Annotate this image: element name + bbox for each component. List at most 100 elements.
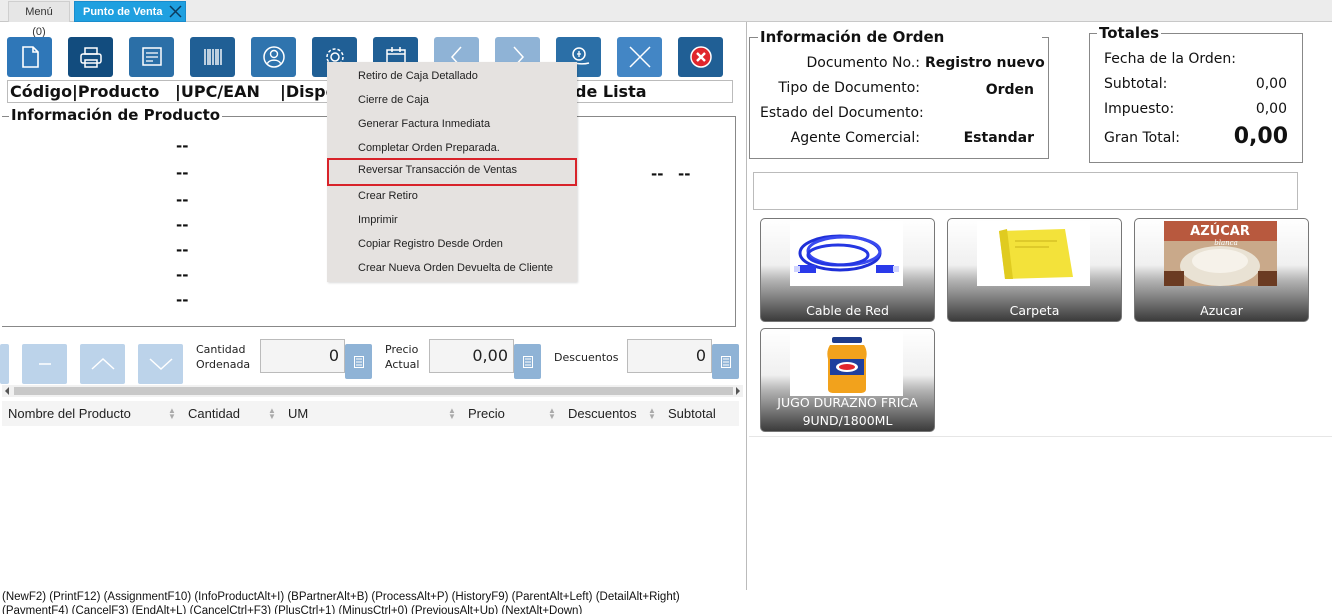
product-quick-search-input[interactable]: [753, 172, 1298, 210]
product-uom-value: --: [176, 216, 189, 234]
menu-item-generar-factura[interactable]: Generar Factura Inmediata: [327, 112, 577, 136]
column-product-name[interactable]: Nombre del Producto: [8, 401, 131, 426]
exit-button[interactable]: [678, 37, 723, 77]
network-cable-image: [790, 221, 903, 286]
tax-label: Impuesto:: [1104, 101, 1175, 117]
minus-icon: [38, 363, 51, 365]
scroll-left-icon[interactable]: [4, 387, 10, 395]
print-button[interactable]: [68, 37, 113, 77]
chevron-up-icon: [90, 357, 115, 370]
product-price-value: --: [651, 165, 664, 183]
discount-input[interactable]: 0: [627, 339, 712, 373]
product-code-value: --: [176, 137, 189, 155]
business-partner-button[interactable]: [251, 37, 296, 77]
menu-item-crear-retiro[interactable]: Crear Retiro: [327, 184, 577, 208]
discount-calculator-button[interactable]: [712, 344, 739, 379]
shortcuts-line-2: (PaymentF4) (CancelF3) (EndAlt+L) (Cance…: [2, 605, 583, 614]
keyboard-shortcuts-hint: (NewF2) (PrintF12) (AssignmentF10) (Info…: [2, 590, 1332, 614]
product-name: Carpeta: [1009, 303, 1060, 318]
totals-legend: Totales: [1097, 24, 1162, 42]
tab-menu[interactable]: Menú (0): [8, 1, 70, 38]
product-description-value: --: [176, 266, 189, 284]
menu-item-imprimir[interactable]: Imprimir: [327, 208, 577, 232]
menu-item-copiar-registro[interactable]: Copiar Registro Desde Orden: [327, 232, 577, 256]
scroll-right-icon[interactable]: [735, 387, 741, 395]
product-card-cable-de-red[interactable]: Cable de Red: [760, 218, 935, 322]
price-calculator-button[interactable]: [514, 344, 541, 379]
calculator-icon: [522, 355, 533, 368]
close-icon[interactable]: [169, 5, 182, 18]
header-upc: |UPC/EAN: [175, 82, 260, 101]
column-subtotal[interactable]: Subtotal: [668, 401, 716, 426]
move-down-button[interactable]: [138, 344, 183, 384]
calculator-icon: [353, 355, 364, 368]
product-name: Cable de Red: [806, 303, 889, 318]
shortcuts-line-1: (NewF2) (PrintF12) (AssignmentF10) (Info…: [2, 591, 680, 603]
product-name: Azucar: [1200, 303, 1243, 318]
new-document-icon: [21, 46, 39, 68]
product-category-value: --: [176, 191, 189, 209]
qty-calculator-button[interactable]: [345, 344, 372, 379]
doc-no-label: Documento No.:: [806, 55, 920, 71]
product-card-jugo-durazno[interactable]: JUGO DURAZNO FRICA 9UND/1800ML: [760, 328, 935, 432]
menu-item-crear-orden-devuelta[interactable]: Crear Nueva Orden Devuelta de Cliente: [327, 256, 577, 280]
invoice-button[interactable]: [129, 37, 174, 77]
price-input[interactable]: 0,00: [429, 339, 514, 373]
pane-divider[interactable]: [746, 22, 747, 590]
order-info-legend: Información de Orden: [758, 28, 947, 46]
product-extra-value: --: [176, 291, 189, 309]
order-info-border-right: [1042, 37, 1049, 38]
subtotal-label: Subtotal:: [1104, 76, 1168, 92]
tab-punto-de-venta[interactable]: Punto de Venta: [74, 1, 186, 22]
header-codigo: Código: [10, 82, 73, 101]
new-button[interactable]: [7, 37, 52, 77]
sugar-bag-image: AZÚCAR blanca: [1164, 221, 1277, 286]
scrollbar-thumb[interactable]: [14, 387, 733, 395]
qty-input[interactable]: 0: [260, 339, 345, 373]
juice-bottle-image: [790, 331, 903, 396]
horizontal-scrollbar[interactable]: [2, 385, 743, 397]
product-card-azucar[interactable]: AZÚCAR blanca Azucar: [1134, 218, 1309, 322]
product-card-carpeta[interactable]: Carpeta: [947, 218, 1122, 322]
column-quantity[interactable]: Cantidad: [188, 401, 240, 426]
agent-label: Agente Comercial:: [790, 130, 920, 146]
minus-button[interactable]: [22, 344, 67, 384]
chevron-down-icon: [148, 358, 173, 371]
order-date-label: Fecha de la Orden:: [1104, 51, 1236, 67]
process-context-menu: Retiro de Caja Detallado Cierre de Caja …: [327, 62, 577, 282]
totals-border-right: [1157, 33, 1303, 34]
add-line-button[interactable]: [0, 344, 9, 384]
invoice-icon: [141, 47, 162, 66]
column-price[interactable]: Precio: [468, 401, 505, 426]
agent-value[interactable]: Estandar: [925, 130, 1034, 146]
product-stock-value: --: [176, 241, 189, 259]
tab-label: Punto de Venta: [83, 6, 163, 18]
barcode-button[interactable]: [190, 37, 235, 77]
order-lines-table-header: Nombre del Producto ▲ ▼ Cantidad ▲ ▼ UM ▲ ▼…: [2, 401, 739, 426]
azucar-sub-text: blanca: [1214, 239, 1238, 247]
price-label: Precio Actual: [385, 343, 420, 371]
sort-icon[interactable]: ▲ ▼: [548, 407, 556, 421]
column-discounts[interactable]: Descuentos: [568, 401, 637, 426]
close-red-icon: [689, 46, 712, 68]
sort-icon[interactable]: ▲ ▼: [268, 407, 276, 421]
sort-icon[interactable]: ▲ ▼: [448, 407, 456, 421]
qty-label: Cantidad Ordenada: [196, 343, 251, 371]
tab-bar: Menú (0) Punto de Venta: [0, 0, 1332, 38]
barcode-icon: [203, 49, 222, 65]
sort-icon[interactable]: ▲ ▼: [168, 407, 176, 421]
cancel-x-icon: [628, 46, 651, 68]
product-grid-bottom-border: [749, 436, 1332, 437]
doc-no-value: Registro nuevo: [925, 55, 1045, 71]
column-uom[interactable]: UM: [288, 401, 308, 426]
menu-item-cierre-caja[interactable]: Cierre de Caja: [327, 88, 577, 112]
product-list-price-value: --: [678, 165, 691, 183]
menu-item-completar-orden[interactable]: Completar Orden Preparada.: [327, 136, 577, 160]
menu-item-retiro-caja-detallado[interactable]: Retiro de Caja Detallado: [327, 64, 577, 88]
product-name: JUGO DURAZNO FRICA: [777, 395, 918, 410]
grand-total-label: Gran Total:: [1104, 130, 1180, 146]
menu-item-reversar-transaccion[interactable]: Reversar Transacción de Ventas: [327, 158, 577, 186]
cancel-button[interactable]: [617, 37, 662, 77]
move-up-button[interactable]: [80, 344, 125, 384]
sort-icon[interactable]: ▲ ▼: [648, 407, 656, 421]
